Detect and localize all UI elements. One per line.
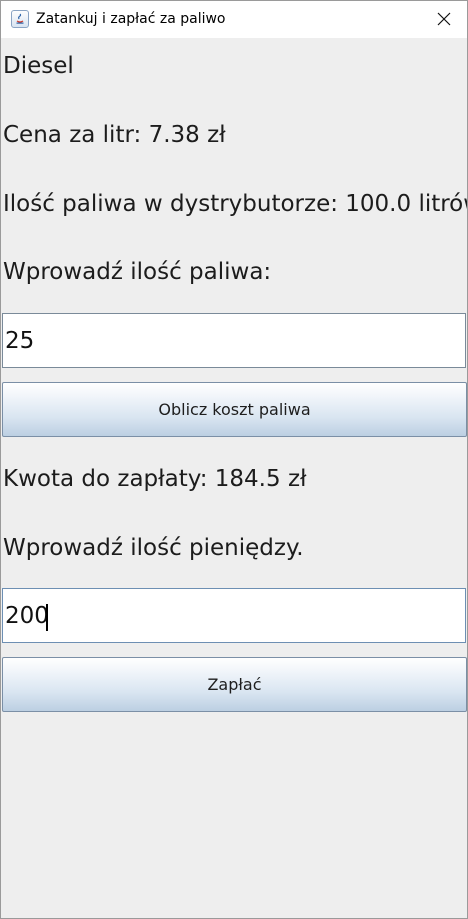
fuel-amount-prompt: Wprowadź ilość paliwa: [3, 259, 272, 285]
close-button[interactable] [421, 1, 467, 38]
java-icon [11, 10, 29, 28]
price-label: Cena za litr: 7.38 zł [3, 122, 226, 148]
dispenser-amount-label: Ilość paliwa w dystrybutorze: 100.0 litr… [3, 191, 468, 217]
window-title: Zatankuj i zapłać za paliwo [36, 11, 226, 27]
app-window: Zatankuj i zapłać za paliwo Diesel Cena … [0, 0, 468, 919]
fuel-type-label: Diesel [3, 53, 74, 79]
close-icon [437, 12, 451, 26]
title-bar[interactable]: Zatankuj i zapłać za paliwo [1, 1, 467, 38]
fuel-amount-input[interactable] [2, 313, 466, 368]
calculate-cost-button[interactable]: Oblicz koszt paliwa [2, 382, 467, 437]
money-amount-input[interactable] [2, 588, 466, 643]
pay-button[interactable]: Zapłać [2, 657, 467, 712]
amount-due-label: Kwota do zapłaty: 184.5 zł [3, 466, 307, 492]
money-amount-prompt: Wprowadź ilość pieniędzy. [3, 535, 304, 561]
text-caret [46, 604, 48, 631]
